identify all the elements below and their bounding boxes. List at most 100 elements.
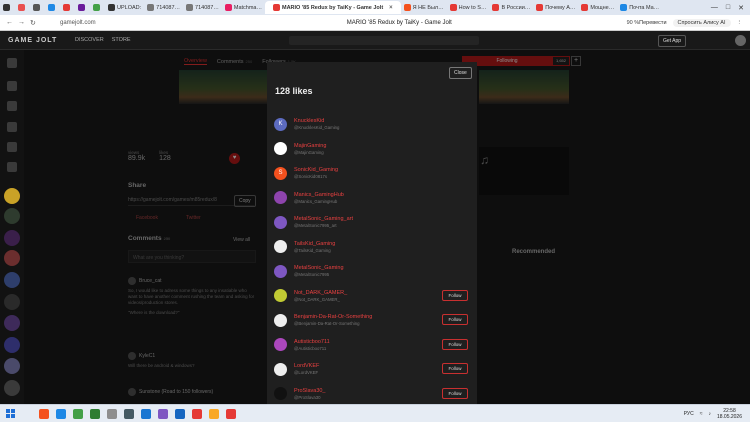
avatar[interactable] bbox=[274, 362, 287, 376]
community-icon[interactable] bbox=[4, 230, 20, 246]
avatar[interactable] bbox=[274, 215, 287, 229]
translate-button[interactable]: Перевести bbox=[639, 20, 666, 26]
browser-icon[interactable] bbox=[39, 408, 49, 419]
get-app-button[interactable]: Get App bbox=[658, 35, 687, 47]
browser-tab[interactable]: Почему А… bbox=[533, 1, 578, 14]
browser-tab[interactable]: В России… bbox=[489, 1, 533, 14]
browser-tab[interactable]: Я НЕ Был… bbox=[401, 1, 447, 14]
user-name[interactable]: MetalSonic_Gaming_art bbox=[294, 216, 353, 222]
avatar[interactable] bbox=[274, 387, 287, 401]
close-button[interactable]: Close bbox=[449, 67, 472, 79]
user-name[interactable]: Manics_GamingHub bbox=[294, 192, 344, 198]
minimize-icon[interactable]: — bbox=[711, 4, 718, 12]
volume-icon[interactable]: ♪ bbox=[708, 411, 711, 417]
file-explorer-icon[interactable] bbox=[209, 408, 219, 419]
avatar[interactable] bbox=[274, 289, 287, 303]
steam-icon[interactable] bbox=[124, 408, 134, 419]
avatar[interactable] bbox=[274, 142, 287, 156]
follow-button[interactable]: Follow bbox=[442, 314, 468, 325]
browser-tab[interactable] bbox=[60, 1, 75, 14]
user-name[interactable]: ProSlava30_ bbox=[294, 388, 326, 394]
user-name[interactable]: Autisticboo711 bbox=[294, 339, 330, 345]
community-icon[interactable] bbox=[4, 250, 20, 266]
avatar[interactable] bbox=[274, 191, 287, 205]
library-icon[interactable] bbox=[7, 101, 17, 111]
home-icon[interactable] bbox=[7, 58, 17, 68]
store-icon[interactable] bbox=[7, 122, 17, 132]
start-button[interactable] bbox=[6, 409, 15, 418]
back-icon[interactable]: ← bbox=[6, 19, 13, 27]
browser-tab[interactable]: Почта Ma… bbox=[617, 1, 662, 14]
community-icon[interactable] bbox=[4, 337, 20, 353]
user-name[interactable]: MajinGaming bbox=[294, 143, 326, 149]
clock[interactable]: 22:58 18.05.2026 bbox=[717, 408, 742, 420]
browser-tab[interactable] bbox=[15, 1, 30, 14]
community-icon[interactable] bbox=[4, 315, 20, 331]
url-field[interactable]: gamejolt.com bbox=[60, 20, 180, 26]
forward-icon[interactable]: → bbox=[18, 19, 25, 27]
discover-icon[interactable] bbox=[7, 81, 17, 91]
avatar[interactable] bbox=[274, 338, 287, 352]
chat-icon[interactable] bbox=[7, 162, 17, 172]
discord-icon[interactable] bbox=[158, 408, 168, 419]
browser-tab[interactable]: Matchma… bbox=[222, 1, 265, 14]
follow-button[interactable]: Follow bbox=[442, 289, 468, 301]
avatar[interactable] bbox=[274, 240, 287, 254]
avatar[interactable]: K bbox=[274, 117, 287, 131]
app-icon[interactable] bbox=[141, 408, 151, 419]
avatar[interactable] bbox=[274, 313, 287, 327]
language-indicator[interactable]: РУС bbox=[684, 411, 694, 417]
chrome-icon[interactable] bbox=[73, 408, 83, 419]
follow-button[interactable]: Follow bbox=[442, 363, 468, 374]
search-icon[interactable] bbox=[22, 408, 32, 419]
nav-discover[interactable]: DISCOVER bbox=[75, 37, 104, 43]
browser-tab[interactable] bbox=[30, 1, 45, 14]
edge-icon[interactable] bbox=[56, 408, 66, 419]
maximize-icon[interactable]: □ bbox=[726, 4, 730, 12]
user-name[interactable]: LordVKEF bbox=[294, 363, 319, 369]
user-name[interactable]: MetalSonic_Gaming bbox=[294, 265, 344, 271]
browser-tab[interactable] bbox=[90, 1, 105, 14]
community-icon[interactable] bbox=[4, 380, 20, 396]
close-window-icon[interactable]: ✕ bbox=[738, 4, 744, 12]
user-name[interactable]: Not_DARK_GAMER_ bbox=[294, 290, 347, 296]
browser-tab[interactable]: How to S… bbox=[447, 1, 490, 14]
wifi-icon[interactable]: ≈ bbox=[700, 411, 703, 417]
community-icon[interactable] bbox=[4, 294, 20, 310]
app-icon[interactable] bbox=[90, 408, 100, 419]
app-icon[interactable] bbox=[226, 408, 236, 419]
browser-tab[interactable]: UPLOAD: bbox=[105, 1, 144, 14]
user-name[interactable]: SonicKid_Gaming bbox=[294, 167, 338, 173]
community-icon[interactable] bbox=[4, 188, 20, 204]
browser-tab[interactable] bbox=[0, 1, 15, 14]
community-icon[interactable] bbox=[4, 208, 20, 224]
backpack-icon[interactable] bbox=[7, 142, 17, 152]
menu-icon[interactable]: ⋮ bbox=[737, 20, 743, 26]
browser-tab[interactable]: Мощне… bbox=[578, 1, 617, 14]
browser-tab[interactable] bbox=[75, 1, 90, 14]
app-icon[interactable] bbox=[175, 408, 185, 419]
community-icon[interactable] bbox=[4, 358, 20, 374]
app-icon[interactable] bbox=[192, 408, 202, 419]
follow-button[interactable]: Follow bbox=[442, 338, 468, 350]
reload-icon[interactable]: ↻ bbox=[30, 19, 36, 27]
nav-store[interactable]: STORE bbox=[112, 37, 131, 43]
community-icon[interactable] bbox=[4, 272, 20, 288]
close-tab-icon[interactable]: × bbox=[389, 5, 393, 11]
browser-tab[interactable]: 714087… bbox=[144, 1, 183, 14]
zoom-level[interactable]: 90 % bbox=[627, 20, 640, 26]
browser-tab-active[interactable]: MARIO '85 Redux by TaiKy - Game Jolt × bbox=[265, 1, 401, 14]
user-name[interactable]: KnucklesKid bbox=[294, 118, 339, 124]
browser-tab[interactable] bbox=[45, 1, 60, 14]
browser-tab[interactable]: 714087… bbox=[183, 1, 222, 14]
gamejolt-logo[interactable]: GAME JOLT bbox=[0, 37, 75, 44]
user-name[interactable]: TailsKid_Gaming bbox=[294, 241, 335, 247]
avatar[interactable]: S bbox=[274, 166, 287, 180]
avatar[interactable] bbox=[274, 264, 287, 278]
search-input[interactable] bbox=[289, 36, 479, 45]
user-name[interactable]: Benjamin-Da-Rat-Or-Something bbox=[294, 314, 372, 320]
ask-alice-button[interactable]: Спросить Алису AI bbox=[672, 18, 731, 27]
app-icon[interactable] bbox=[107, 408, 117, 419]
follow-button[interactable]: Follow bbox=[442, 387, 468, 399]
user-avatar[interactable] bbox=[735, 35, 746, 46]
